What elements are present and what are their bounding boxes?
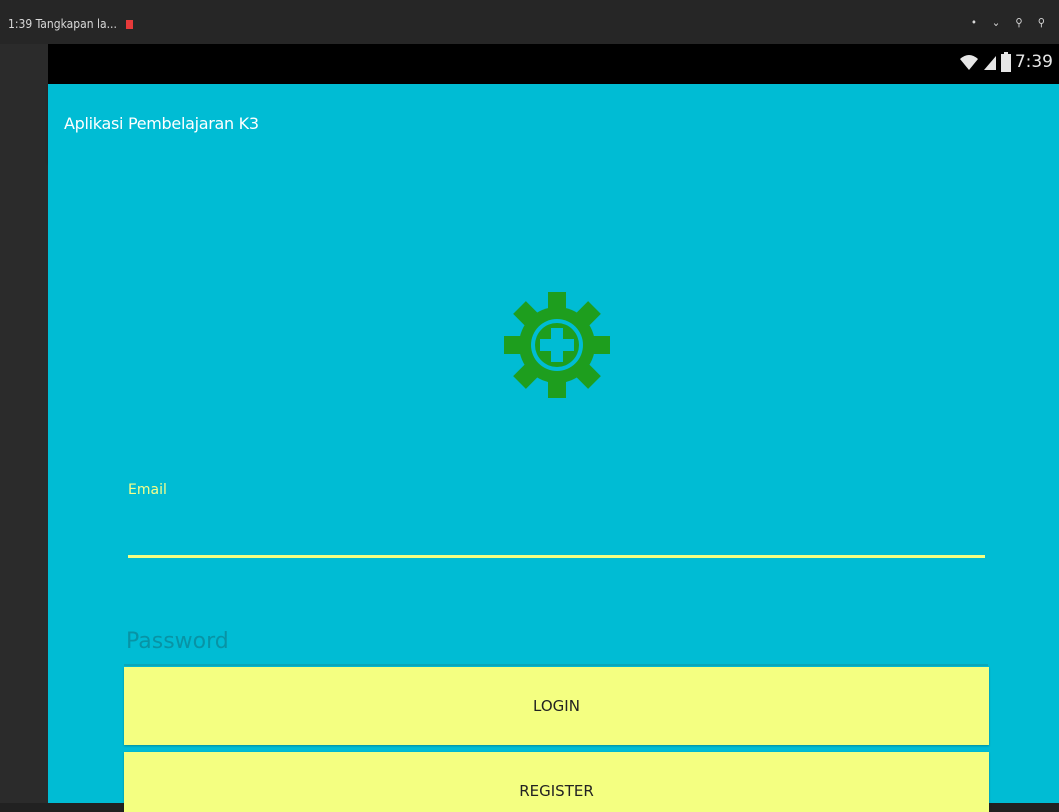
app-bar: Aplikasi Pembelajaran K3 <box>48 84 1059 162</box>
battery-icon <box>1000 52 1011 72</box>
signal-icon <box>983 56 996 70</box>
wifi-icon <box>959 55 978 70</box>
gear-plus-icon <box>504 292 610 398</box>
left-bezel <box>0 44 48 803</box>
email-label: Email <box>128 482 167 498</box>
password-underline <box>124 664 988 666</box>
app-title: Aplikasi Pembelajaran K3 <box>64 114 259 133</box>
register-button[interactable]: REGISTER <box>124 752 989 812</box>
toolbar-title-text: 1:39 Tangkapan la... <box>8 17 117 31</box>
screenshot-toolbar: 1:39 Tangkapan la... • ⌄ ⚲ ⚲ <box>0 0 1059 44</box>
toolbar-controls[interactable]: • ⌄ ⚲ ⚲ <box>971 16 1051 29</box>
status-time: 7:39 <box>1014 52 1053 72</box>
email-underline <box>128 555 985 558</box>
login-button[interactable]: LOGIN <box>124 667 989 745</box>
android-status-bar: 7:39 <box>48 44 1059 84</box>
email-field[interactable] <box>128 500 989 562</box>
password-field[interactable] <box>124 618 990 664</box>
record-icon <box>125 19 133 29</box>
toolbar-title: 1:39 Tangkapan la... <box>8 17 133 31</box>
